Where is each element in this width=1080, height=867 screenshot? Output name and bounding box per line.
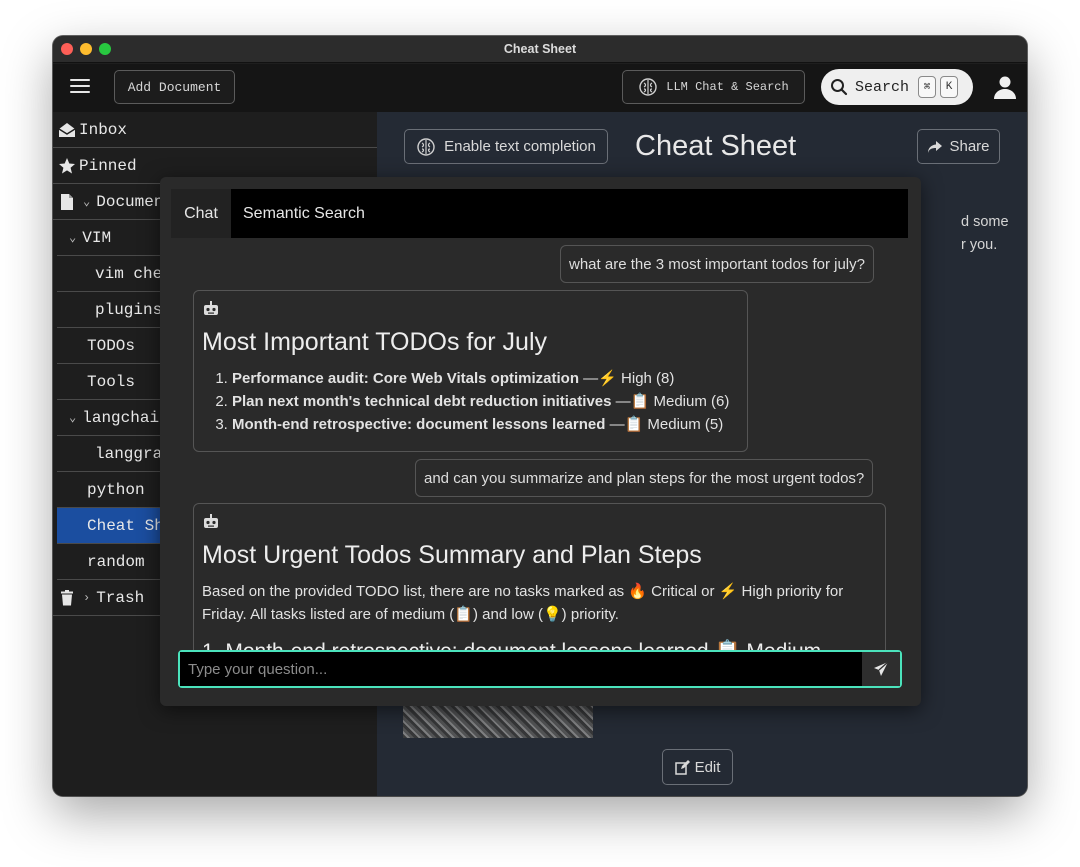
- llm-chat-label: LLM Chat & Search: [666, 80, 789, 94]
- tab-chat[interactable]: Chat: [171, 189, 231, 238]
- chat-question-input[interactable]: [180, 652, 862, 686]
- assistant-message-subheading: 1. Month-end retrospective: document les…: [202, 640, 877, 650]
- sidebar-item-label: Tools: [87, 372, 136, 391]
- list-item: Month-end retrospective: document lesson…: [232, 413, 739, 436]
- chevron-down-icon[interactable]: ⌄: [83, 194, 90, 209]
- search-label: Search: [855, 78, 910, 96]
- chat-tabs: Chat Semantic Search: [171, 189, 908, 238]
- llm-chat-button[interactable]: LLM Chat & Search: [622, 70, 805, 104]
- chat-messages[interactable]: what are the 3 most important todos for …: [171, 238, 908, 650]
- paper-plane-icon: [874, 661, 889, 676]
- share-icon: [928, 140, 943, 153]
- robot-icon: [204, 514, 218, 528]
- todo-name: Performance audit: Core Web Vitals optim…: [232, 370, 580, 387]
- document-text-line: d some: [961, 214, 1009, 230]
- kbd-k: K: [940, 76, 959, 98]
- document-title: Cheat Sheet: [635, 130, 797, 162]
- todo-priority: —📋 Medium (5): [605, 416, 724, 433]
- sidebar-item-label: random: [87, 552, 145, 571]
- enable-text-completion-label: Enable text completion: [444, 138, 596, 155]
- robot-icon: [204, 301, 218, 315]
- edit-button[interactable]: Edit: [662, 749, 733, 785]
- search-button[interactable]: Search ⌘ K: [821, 69, 973, 105]
- kbd-cmd: ⌘: [918, 76, 937, 98]
- todo-list: Performance audit: Core Web Vitals optim…: [202, 367, 739, 436]
- top-toolbar: Add Document LLM Chat & Search Search ⌘ …: [53, 64, 1027, 112]
- send-button[interactable]: [862, 652, 900, 686]
- hamburger-menu-icon[interactable]: [70, 79, 90, 95]
- brain-icon: [639, 78, 657, 96]
- user-message: what are the 3 most important todos for …: [560, 245, 874, 283]
- window-title: Cheat Sheet: [503, 42, 577, 56]
- brain-icon: [417, 137, 435, 156]
- sidebar-item-label: TODOs: [87, 336, 136, 355]
- sidebar-item-label: Pinned: [79, 156, 137, 175]
- document-text-line: r you.: [961, 237, 998, 253]
- chat-overlay: Chat Semantic Search what are the 3 most…: [160, 177, 921, 706]
- sidebar-item-label: Inbox: [79, 120, 128, 139]
- assistant-message: Most Urgent Todos Summary and Plan Steps…: [193, 503, 886, 650]
- todo-name: Plan next month's technical debt reducti…: [232, 393, 612, 410]
- chevron-down-icon[interactable]: ⌄: [69, 230, 76, 245]
- share-label: Share: [949, 138, 990, 155]
- chevron-down-icon[interactable]: ⌄: [69, 410, 76, 425]
- title-bar: Cheat Sheet: [53, 36, 1027, 63]
- enable-text-completion-button[interactable]: Enable text completion: [404, 129, 608, 164]
- document-icon: [61, 193, 73, 210]
- assistant-message-title: Most Urgent Todos Summary and Plan Steps: [202, 541, 702, 569]
- edit-label: Edit: [694, 758, 721, 776]
- todo-priority: —⚡ High (8): [579, 370, 675, 387]
- todo-priority: —📋 Medium (6): [611, 393, 730, 410]
- sidebar-item-label: Trash: [96, 588, 145, 607]
- assistant-message-paragraph: Based on the provided TODO list, there a…: [202, 583, 844, 623]
- user-avatar-icon[interactable]: [992, 74, 1018, 100]
- search-icon: [831, 79, 848, 96]
- chevron-right-icon[interactable]: ›: [83, 591, 90, 605]
- edit-icon: [674, 759, 690, 775]
- share-button[interactable]: Share: [917, 129, 1000, 164]
- assistant-message: Most Important TODOs for July Performanc…: [193, 290, 748, 452]
- user-message: and can you summarize and plan steps for…: [415, 459, 874, 497]
- chat-input-row: [178, 650, 902, 688]
- envelope-open-icon: [58, 122, 76, 137]
- tab-semantic-search[interactable]: Semantic Search: [243, 189, 365, 238]
- sidebar-item-label: python: [87, 480, 145, 499]
- add-document-button[interactable]: Add Document: [114, 70, 235, 104]
- sidebar-item-label: langchain: [82, 408, 169, 427]
- sidebar-item-label: VIM: [82, 228, 112, 247]
- sidebar-item-inbox[interactable]: Inbox: [53, 112, 377, 148]
- document-image: [403, 706, 593, 738]
- star-icon: [59, 157, 75, 173]
- assistant-message-title: Most Important TODOs for July: [202, 328, 548, 356]
- sidebar-item-label: plugins: [95, 300, 163, 319]
- list-item: Plan next month's technical debt reducti…: [232, 390, 739, 413]
- todo-name: Month-end retrospective: document lesson…: [232, 416, 606, 433]
- list-item: Performance audit: Core Web Vitals optim…: [232, 367, 739, 390]
- trash-icon: [61, 589, 73, 605]
